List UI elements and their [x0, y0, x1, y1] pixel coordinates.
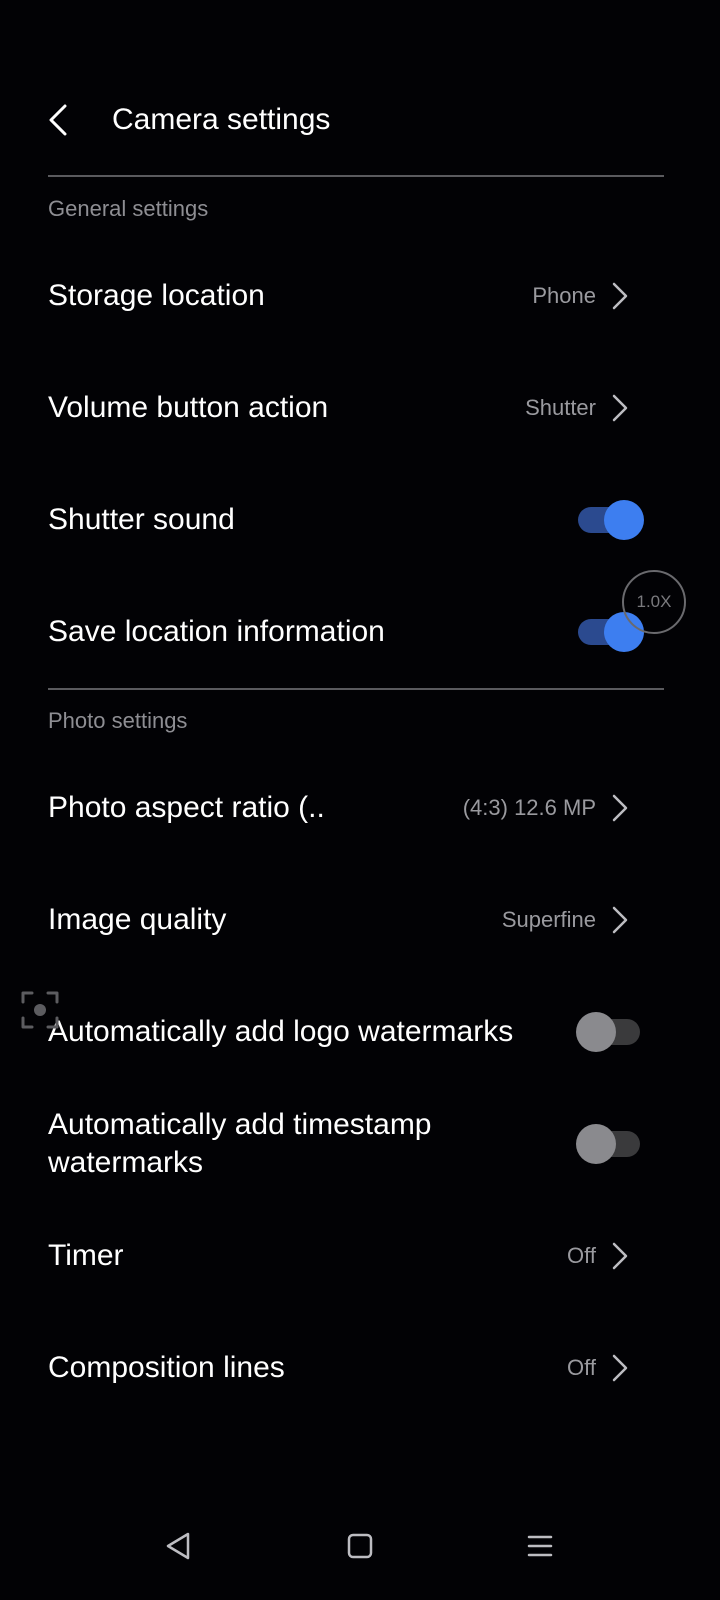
- triangle-back-icon: [166, 1532, 190, 1560]
- chevron-right-icon: [612, 282, 628, 310]
- row-label: Volume button action: [48, 391, 329, 424]
- nav-recents-button[interactable]: [510, 1516, 570, 1576]
- row-composition-lines[interactable]: Composition lines Off: [0, 1312, 720, 1424]
- chevron-right-icon: [612, 794, 628, 822]
- row-value: Off: [567, 1355, 596, 1380]
- row-storage-location[interactable]: Storage location Phone: [0, 240, 720, 352]
- row-logo-watermarks: Automatically add logo watermarks: [0, 976, 720, 1088]
- system-navigation-bar: [0, 1500, 720, 1600]
- row-image-quality[interactable]: Image quality Superfine: [0, 864, 720, 976]
- back-button[interactable]: [36, 98, 80, 142]
- divider: [48, 688, 664, 690]
- camera-settings-screen: Camera settings General settings Storage…: [0, 0, 720, 1600]
- row-shutter-sound: Shutter sound: [0, 464, 720, 576]
- row-label: Photo aspect ratio (..: [48, 791, 325, 824]
- row-label: Save location information: [48, 615, 385, 648]
- divider: [48, 175, 664, 177]
- row-label: Automatically add logo watermarks: [48, 1015, 514, 1048]
- toggle-knob: [604, 500, 644, 540]
- section-label-general: General settings: [48, 196, 209, 221]
- timestamp-watermarks-toggle[interactable]: [576, 1124, 642, 1164]
- row-timer[interactable]: Timer Off: [0, 1200, 720, 1312]
- toggle-knob: [576, 1124, 616, 1164]
- nav-home-button[interactable]: [330, 1516, 390, 1576]
- chevron-right-icon: [612, 906, 628, 934]
- row-value: (4:3) 12.6 MP: [462, 795, 596, 820]
- header: Camera settings: [0, 70, 720, 170]
- logo-watermarks-toggle[interactable]: [576, 1012, 642, 1052]
- row-label: Timer: [48, 1239, 124, 1272]
- row-photo-aspect-ratio[interactable]: Photo aspect ratio (.. (4:3) 12.6 MP: [0, 752, 720, 864]
- chevron-right-icon: [612, 394, 628, 422]
- row-value: Off: [567, 1243, 596, 1268]
- row-label: Storage location: [48, 279, 265, 312]
- shutter-sound-toggle[interactable]: [578, 500, 644, 540]
- section-label-photo: Photo settings: [48, 708, 188, 733]
- row-volume-button-action[interactable]: Volume button action Shutter: [0, 352, 720, 464]
- toggle-knob: [576, 1012, 616, 1052]
- zoom-level-badge[interactable]: 1.0X: [622, 570, 686, 634]
- row-label: Automatically add timestamp watermarks: [48, 1108, 432, 1179]
- row-value: Shutter: [525, 395, 596, 420]
- row-save-location-information: Save location information: [0, 576, 720, 688]
- square-home-icon: [347, 1533, 373, 1559]
- row-label: Shutter sound: [48, 503, 235, 536]
- chevron-right-icon: [612, 1354, 628, 1382]
- row-label: Image quality: [48, 903, 227, 936]
- page-title: Camera settings: [112, 103, 331, 136]
- row-label: Composition lines: [48, 1351, 285, 1384]
- chevron-right-icon: [612, 1242, 628, 1270]
- row-timestamp-watermarks: Automatically add timestamp watermarks: [0, 1088, 720, 1200]
- nav-back-button[interactable]: [148, 1516, 208, 1576]
- row-value: Phone: [532, 283, 596, 308]
- chevron-left-icon: [49, 104, 67, 136]
- focus-frame-icon[interactable]: [20, 990, 60, 1030]
- row-value: Superfine: [501, 907, 596, 932]
- menu-lines-icon: [527, 1535, 553, 1557]
